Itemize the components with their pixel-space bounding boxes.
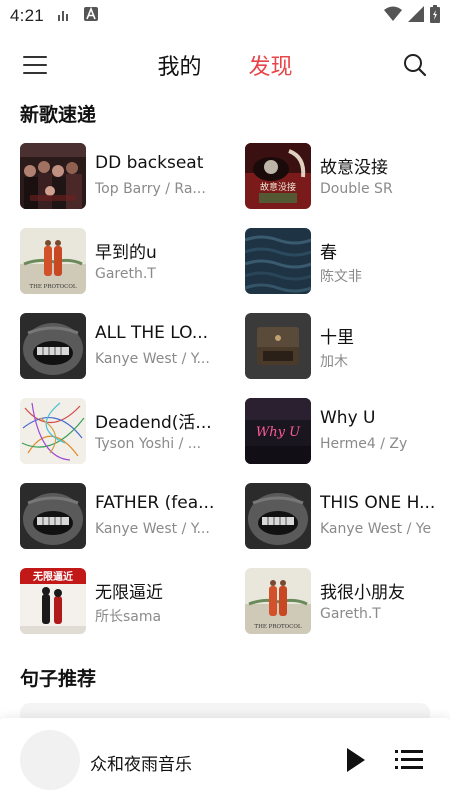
song-artist: Gareth.T xyxy=(320,606,381,622)
wifi-icon xyxy=(384,6,402,27)
song-item[interactable]: THE PROTOCOL 我很小朋友 Gareth.T xyxy=(245,568,450,634)
signal-bars-small-icon xyxy=(57,6,70,26)
player-bar[interactable]: 众和夜雨音乐 xyxy=(0,718,450,800)
song-item[interactable]: 无限逼近 无限逼近 所长sama xyxy=(20,568,230,634)
album-cover xyxy=(20,398,86,464)
song-title: 早到的u xyxy=(95,243,157,263)
top-tabs: 我的 发现 xyxy=(0,49,450,81)
player-cover[interactable] xyxy=(20,730,80,790)
song-item[interactable]: DD backseat Top Barry / Ra... xyxy=(20,143,230,209)
song-title: DD backseat xyxy=(95,153,204,173)
letter-a-badge-icon xyxy=(83,6,98,26)
cover-text: THE PROTOCOL xyxy=(29,284,76,290)
song-item[interactable]: Why U Why U Herme4 / Zy xyxy=(245,398,450,464)
song-title: 春 xyxy=(320,243,337,263)
new-songs-title: 新歌速递 xyxy=(20,104,97,126)
album-cover xyxy=(20,143,86,209)
song-artist: Kanye West / Y... xyxy=(95,521,210,537)
playlist-icon[interactable] xyxy=(395,748,423,772)
song-title: FATHER (fea... xyxy=(95,493,215,513)
album-cover xyxy=(245,228,311,294)
album-cover: 无限逼近 xyxy=(20,568,86,634)
cover-text: 故意没接 xyxy=(260,181,296,193)
song-title: Deadend(活... xyxy=(95,413,212,433)
album-cover: THE PROTOCOL xyxy=(20,228,86,294)
cover-text: Why U xyxy=(256,425,301,440)
song-artist: Gareth.T xyxy=(95,266,156,282)
song-title: ALL THE LO... xyxy=(95,323,209,343)
cover-text: 无限逼近 xyxy=(32,570,73,583)
song-artist: 陈文非 xyxy=(320,269,362,285)
album-cover: THE PROTOCOL xyxy=(245,568,311,634)
album-cover xyxy=(20,313,86,379)
song-item[interactable]: THIS ONE H... Kanye West / Ye xyxy=(245,483,450,549)
song-item[interactable]: 春 陈文非 xyxy=(245,228,450,294)
album-cover xyxy=(245,313,311,379)
song-title: 十里 xyxy=(320,328,354,348)
album-cover xyxy=(20,483,86,549)
song-artist: Kanye West / Y... xyxy=(95,351,210,367)
song-artist: Top Barry / Ra... xyxy=(95,181,206,197)
status-bar: 4:21 xyxy=(0,0,450,32)
cell-signal-icon xyxy=(408,5,424,27)
album-cover: 故意没接 xyxy=(245,143,311,209)
song-item[interactable]: 故意没接 故意没接 Double SR xyxy=(245,143,450,209)
song-item[interactable]: FATHER (fea... Kanye West / Y... xyxy=(20,483,230,549)
song-title: 我很小朋友 xyxy=(320,583,405,603)
song-title: 无限逼近 xyxy=(95,583,163,603)
app-header: 我的 发现 xyxy=(0,40,450,92)
album-cover: Why U xyxy=(245,398,311,464)
tab-mine[interactable]: 我的 xyxy=(157,49,201,81)
song-artist: 所长sama xyxy=(95,609,162,625)
song-artist: 加木 xyxy=(320,354,348,370)
album-cover xyxy=(245,483,311,549)
search-icon[interactable] xyxy=(402,52,428,78)
song-artist: Kanye West / Ye xyxy=(320,521,432,537)
song-title: 故意没接 xyxy=(320,158,388,178)
tab-discover[interactable]: 发现 xyxy=(249,49,293,81)
song-item[interactable]: ALL THE LO... Kanye West / Y... xyxy=(20,313,230,379)
song-item[interactable]: THE PROTOCOL 早到的u Gareth.T xyxy=(20,228,230,294)
quotes-title: 句子推荐 xyxy=(20,668,97,690)
song-title: Why U xyxy=(320,408,376,428)
song-artist: Double SR xyxy=(320,181,393,197)
song-item[interactable]: Deadend(活... Tyson Yoshi / ... xyxy=(20,398,230,464)
player-title: 众和夜雨音乐 xyxy=(90,755,192,775)
song-artist: Tyson Yoshi / ... xyxy=(95,436,202,452)
status-time: 4:21 xyxy=(10,6,44,25)
song-artist: Herme4 / Zy xyxy=(320,436,408,452)
cover-text: THE PROTOCOL xyxy=(254,624,301,630)
song-item[interactable]: 十里 加木 xyxy=(245,313,450,379)
battery-icon xyxy=(430,4,440,28)
song-title: THIS ONE H... xyxy=(320,493,436,513)
play-icon[interactable] xyxy=(343,746,369,774)
